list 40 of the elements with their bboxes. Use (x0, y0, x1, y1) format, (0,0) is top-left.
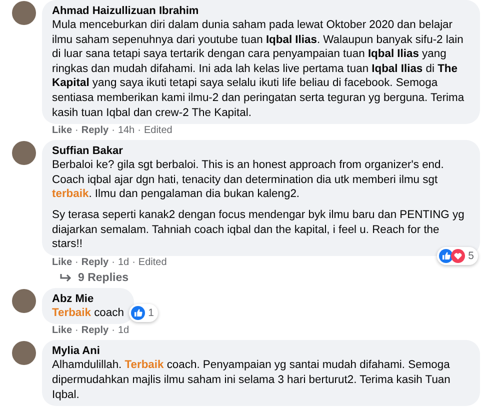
separator-dot: · (112, 256, 115, 269)
timestamp[interactable]: 1d (118, 325, 130, 338)
separator-dot: · (112, 125, 115, 138)
reply-link[interactable]: Reply (81, 125, 109, 138)
thumbs-up-icon (131, 306, 146, 320)
separator-dot: · (132, 256, 136, 269)
like-link[interactable]: Like (52, 125, 72, 138)
replies-count: 9 Replies (78, 272, 128, 284)
edited-label: Edited (144, 125, 172, 138)
separator-dot: · (75, 256, 78, 269)
like-link[interactable]: Like (52, 325, 72, 338)
like-link[interactable]: Like (52, 256, 72, 269)
author-name[interactable]: Suffian Bakar (52, 144, 470, 158)
timestamp[interactable]: 1d (118, 256, 130, 269)
comment-text: Mula menceburkan diri dalam dunia saham pada lewat Oktober 2020 dan belajar ilmu saham sepenuhnya dari youtube tuan Iqbal Ilias. Walaupun banyak sifu-2 lain di luar sana tetapi saya tertarik dengan cara penyampaian tuan Iqbal Ilias yang ringkas dan mudah difahami. Ini ada lah kelas live pertama tuan Iqbal Ilias di The Kapital yang saya ikuti tetapi saya selalu ikuti life beliau di facebook. Semoga sentiasa memberikan kami ilmu-2 dan peringatan serta teguran yg berguna. Terima kasih tuan Iqbal dan crew-2 The Kapital. (52, 18, 466, 120)
thumbs-up-icon (439, 248, 454, 263)
reaction-number: 5 (468, 250, 474, 262)
separator-dot: · (112, 325, 115, 338)
avatar[interactable] (12, 141, 36, 166)
author-name[interactable]: Ahmad Haizullizuan Ibrahim (52, 4, 470, 18)
comment-text: Alhamdulillah. Terbaik coach. Penyampaian yg santai mudah difahami. Semoga dipermudahkan majlis ilmu saham ini selama 3 hari berturut2. Terima kasih Tuan Iqbal. (52, 358, 452, 402)
avatar[interactable] (12, 1, 36, 25)
avatar[interactable] (12, 288, 36, 313)
avatar[interactable] (12, 341, 36, 366)
separator-dot: · (138, 125, 141, 138)
separator-dot: · (75, 125, 78, 138)
reply-link[interactable]: Reply (81, 256, 109, 269)
reaction-count[interactable]: 5 (437, 246, 478, 265)
separator-dot: · (75, 325, 78, 338)
reply-arrow-icon (60, 272, 72, 283)
comment-text: Berbaloi ke? gila sgt berbaloi. This is an honest approach from organizer's end. Coach iqbal ajar dgn hati, tenacity dan determination dia utk memberi ilmu sgt terbaik. Ilmu dan pengalaman dia bukan kaleng2. (52, 158, 445, 202)
comment-text: Terbaik coach (52, 306, 124, 320)
reaction-count[interactable]: 1 (129, 304, 158, 322)
author-name[interactable]: Mylia Ani (52, 344, 470, 358)
timestamp[interactable]: 14h (118, 125, 135, 138)
edited-label: Edited (138, 256, 167, 269)
reply-link[interactable]: Reply (81, 325, 109, 338)
view-replies-link[interactable]: 9 Replies (60, 272, 499, 284)
reaction-number: 1 (148, 307, 154, 320)
author-name[interactable]: Abz Mie (52, 292, 124, 306)
